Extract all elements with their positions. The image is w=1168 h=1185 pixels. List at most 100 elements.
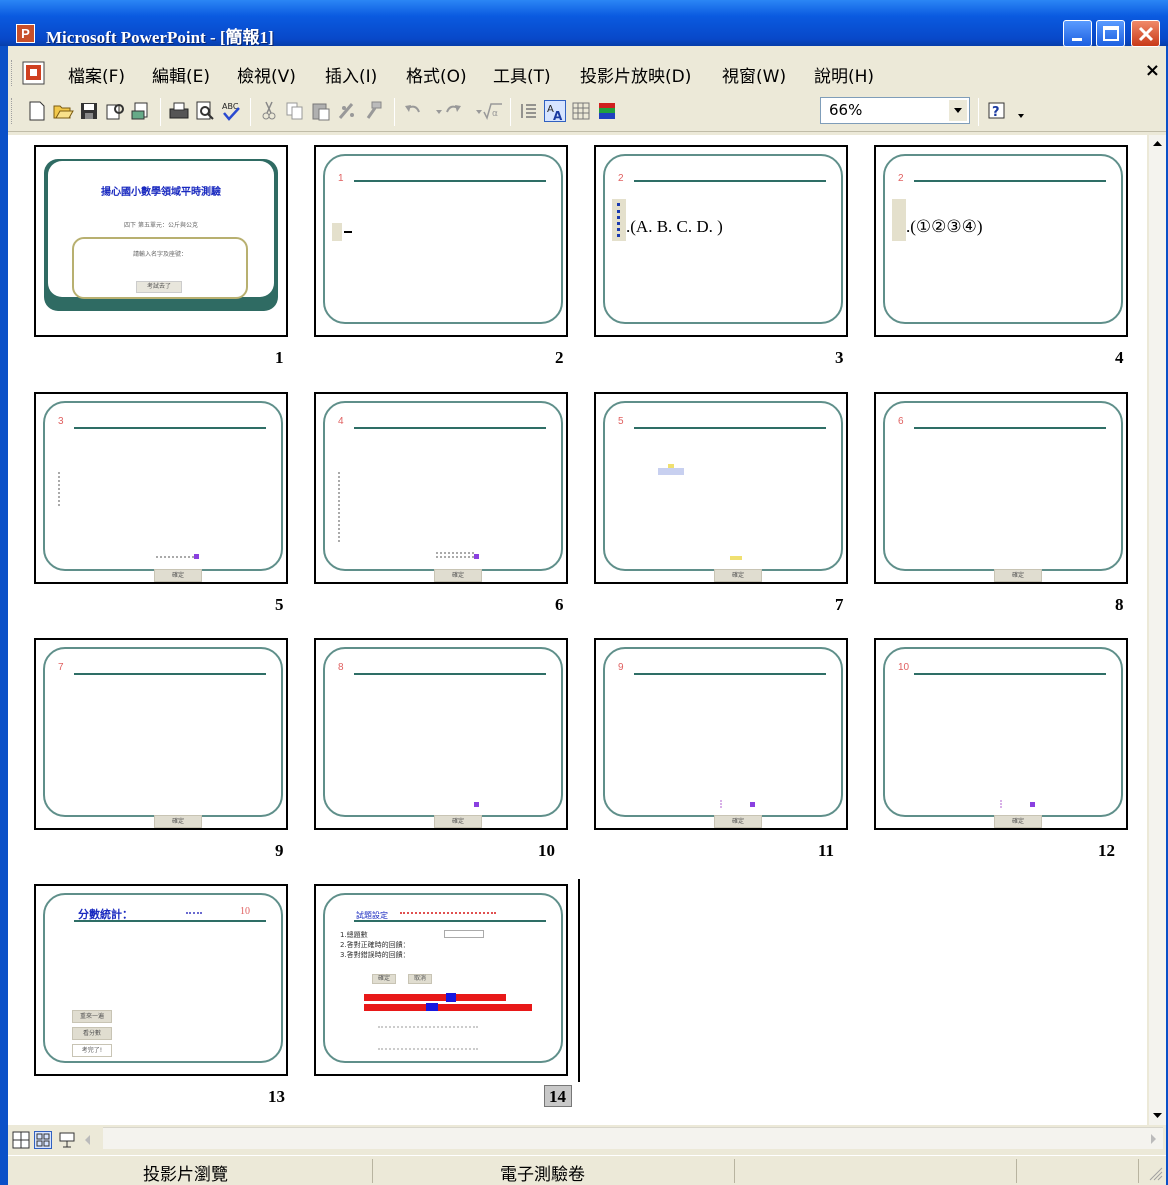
- close-document-button[interactable]: ×: [1145, 60, 1160, 81]
- scroll-up-button[interactable]: [1149, 135, 1166, 152]
- question-count-box: [444, 930, 484, 938]
- undo-icon[interactable]: [402, 100, 424, 122]
- menu-slideshow[interactable]: 投影片放映(D): [580, 62, 691, 87]
- slide-thumbnail[interactable]: 10 確定: [874, 638, 1128, 830]
- menu-help[interactable]: 說明(H): [814, 62, 874, 87]
- print-icon[interactable]: [168, 100, 190, 122]
- slide-thumbnail[interactable]: 1: [314, 145, 568, 337]
- normal-view-icon[interactable]: [12, 1131, 30, 1149]
- resize-grip-icon[interactable]: [1148, 1166, 1164, 1182]
- close-window-button[interactable]: [1131, 20, 1160, 47]
- save-icon[interactable]: [78, 100, 100, 122]
- scroll-up-icon: [1153, 141, 1162, 146]
- help-icon[interactable]: ?: [986, 100, 1008, 122]
- powerpoint-app-icon[interactable]: P: [16, 24, 35, 43]
- open-icon[interactable]: [52, 100, 74, 122]
- permission-icon[interactable]: [104, 100, 126, 122]
- grid-icon[interactable]: [570, 100, 592, 122]
- slide-sorter-pane[interactable]: 揚心國小數學領域平時測驗 四下 第五單元：公斤與公克 請輸入名字及座號： 考試去…: [8, 135, 1147, 1125]
- menu-edit[interactable]: 編輯(E): [152, 62, 210, 87]
- slide-thumbnail[interactable]: 2 .(A. B. C. D. ): [594, 145, 848, 337]
- question-number: 10: [898, 662, 910, 673]
- toolbar-separator: [978, 98, 979, 126]
- scroll-down-button[interactable]: [1149, 1107, 1166, 1124]
- slide-number: 5: [275, 595, 284, 614]
- toolbar-options-icon[interactable]: [1010, 100, 1024, 122]
- menu-view[interactable]: 檢視(V): [237, 62, 296, 87]
- menu-file[interactable]: 檔案(F): [68, 62, 125, 87]
- slide-thumbnail-selected[interactable]: 試題設定 1.總題數 2.答對正確時的回饋： 3.答對錯誤時的回饋： 確定 取消: [314, 884, 568, 1076]
- slide-thumbnail[interactable]: 3 確定: [34, 392, 288, 584]
- notes-text: [378, 1026, 478, 1050]
- slide-thumbnail[interactable]: 8 確定: [314, 638, 568, 830]
- slide-number: 12: [1098, 841, 1115, 860]
- print-preview-icon[interactable]: [194, 100, 216, 122]
- answer-marker: [474, 802, 479, 807]
- slide-number: 10: [538, 841, 555, 860]
- status-cell: [737, 1159, 1017, 1183]
- title-line: [74, 920, 266, 922]
- slide-sorter-view-icon[interactable]: [34, 1131, 52, 1149]
- expand-icon[interactable]: [518, 100, 540, 122]
- question-number: 5: [618, 416, 624, 427]
- slide-thumbnail[interactable]: 9 確定: [594, 638, 848, 830]
- option-marker: [332, 223, 342, 241]
- svg-text:A: A: [553, 109, 563, 123]
- title-line: [914, 673, 1106, 675]
- undo-dropdown-icon[interactable]: [428, 100, 442, 122]
- settings-cancel-button: 取消: [408, 974, 432, 984]
- spelling-icon[interactable]: ABC: [220, 100, 242, 122]
- slide-thumbnail[interactable]: 2 .(①②③④): [874, 145, 1128, 337]
- answer-choices: .(①②③④): [906, 217, 983, 236]
- toolbar-grip[interactable]: [11, 98, 14, 124]
- feedback-red-text-2: [364, 1004, 532, 1011]
- slide-thumbnail[interactable]: 7 確定: [34, 638, 288, 830]
- zoom-value: 66%: [829, 101, 863, 119]
- insert-ink-icon[interactable]: [336, 100, 358, 122]
- new-icon[interactable]: [26, 100, 48, 122]
- slide-thumbnail[interactable]: 5 確定: [594, 392, 848, 584]
- slide-thumbnail[interactable]: 4 確定: [314, 392, 568, 584]
- slide-thumbnail[interactable]: 6 確定: [874, 392, 1128, 584]
- slide-thumbnail[interactable]: 分數統計： 10 重來一遍 看分數 考完了!: [34, 884, 288, 1076]
- menu-grip[interactable]: [11, 60, 14, 86]
- slide-number: 1: [275, 348, 284, 367]
- title-line: [354, 427, 546, 429]
- format-painter-icon[interactable]: [362, 100, 384, 122]
- menu-window[interactable]: 視窗(W): [722, 62, 786, 87]
- document-control-icon[interactable]: [20, 61, 48, 87]
- equation-icon[interactable]: α: [482, 100, 504, 122]
- confirm-button: 確定: [994, 569, 1042, 582]
- minimize-icon: [1072, 38, 1082, 41]
- menu-tools[interactable]: 工具(T): [493, 62, 551, 87]
- redo-dropdown-icon[interactable]: [468, 100, 482, 122]
- maximize-button[interactable]: [1096, 20, 1125, 47]
- slide-thumbnail[interactable]: 揚心國小數學領域平時測驗 四下 第五單元：公斤與公克 請輸入名字及座號： 考試去…: [34, 145, 288, 337]
- title-bar[interactable]: P Microsoft PowerPoint - [簡報1]: [0, 0, 1168, 47]
- copy-icon[interactable]: [284, 100, 306, 122]
- menu-insert[interactable]: 插入(I): [325, 62, 377, 87]
- redo-icon[interactable]: [442, 100, 464, 122]
- slide-number: 9: [275, 841, 284, 860]
- minimize-button[interactable]: [1063, 20, 1092, 47]
- show-formatting-icon[interactable]: AA: [544, 100, 566, 123]
- option-dots: [617, 203, 620, 237]
- horizontal-scrollbar[interactable]: [103, 1127, 1163, 1149]
- slideshow-view-icon[interactable]: [58, 1131, 76, 1149]
- question-text-lines: [338, 472, 344, 542]
- start-exam-button: 考試去了: [136, 281, 182, 293]
- question-number: 8: [338, 662, 344, 673]
- vertical-scrollbar[interactable]: [1149, 135, 1166, 1125]
- menu-format[interactable]: 格式(O): [406, 62, 467, 87]
- slide-number: 8: [1115, 595, 1124, 614]
- confirm-button: 確定: [714, 569, 762, 582]
- email-icon[interactable]: [130, 100, 152, 122]
- status-view-cell: 投影片瀏覽: [8, 1159, 373, 1185]
- cut-icon[interactable]: [258, 100, 280, 122]
- paste-icon[interactable]: [310, 100, 332, 122]
- scroll-left-icon[interactable]: [80, 1131, 94, 1149]
- standard-toolbar: ABC α AA ?: [8, 92, 1166, 132]
- zoom-combobox[interactable]: 66%: [820, 97, 970, 124]
- zoom-dropdown-button[interactable]: [949, 100, 967, 121]
- color-grayscale-icon[interactable]: [596, 100, 618, 122]
